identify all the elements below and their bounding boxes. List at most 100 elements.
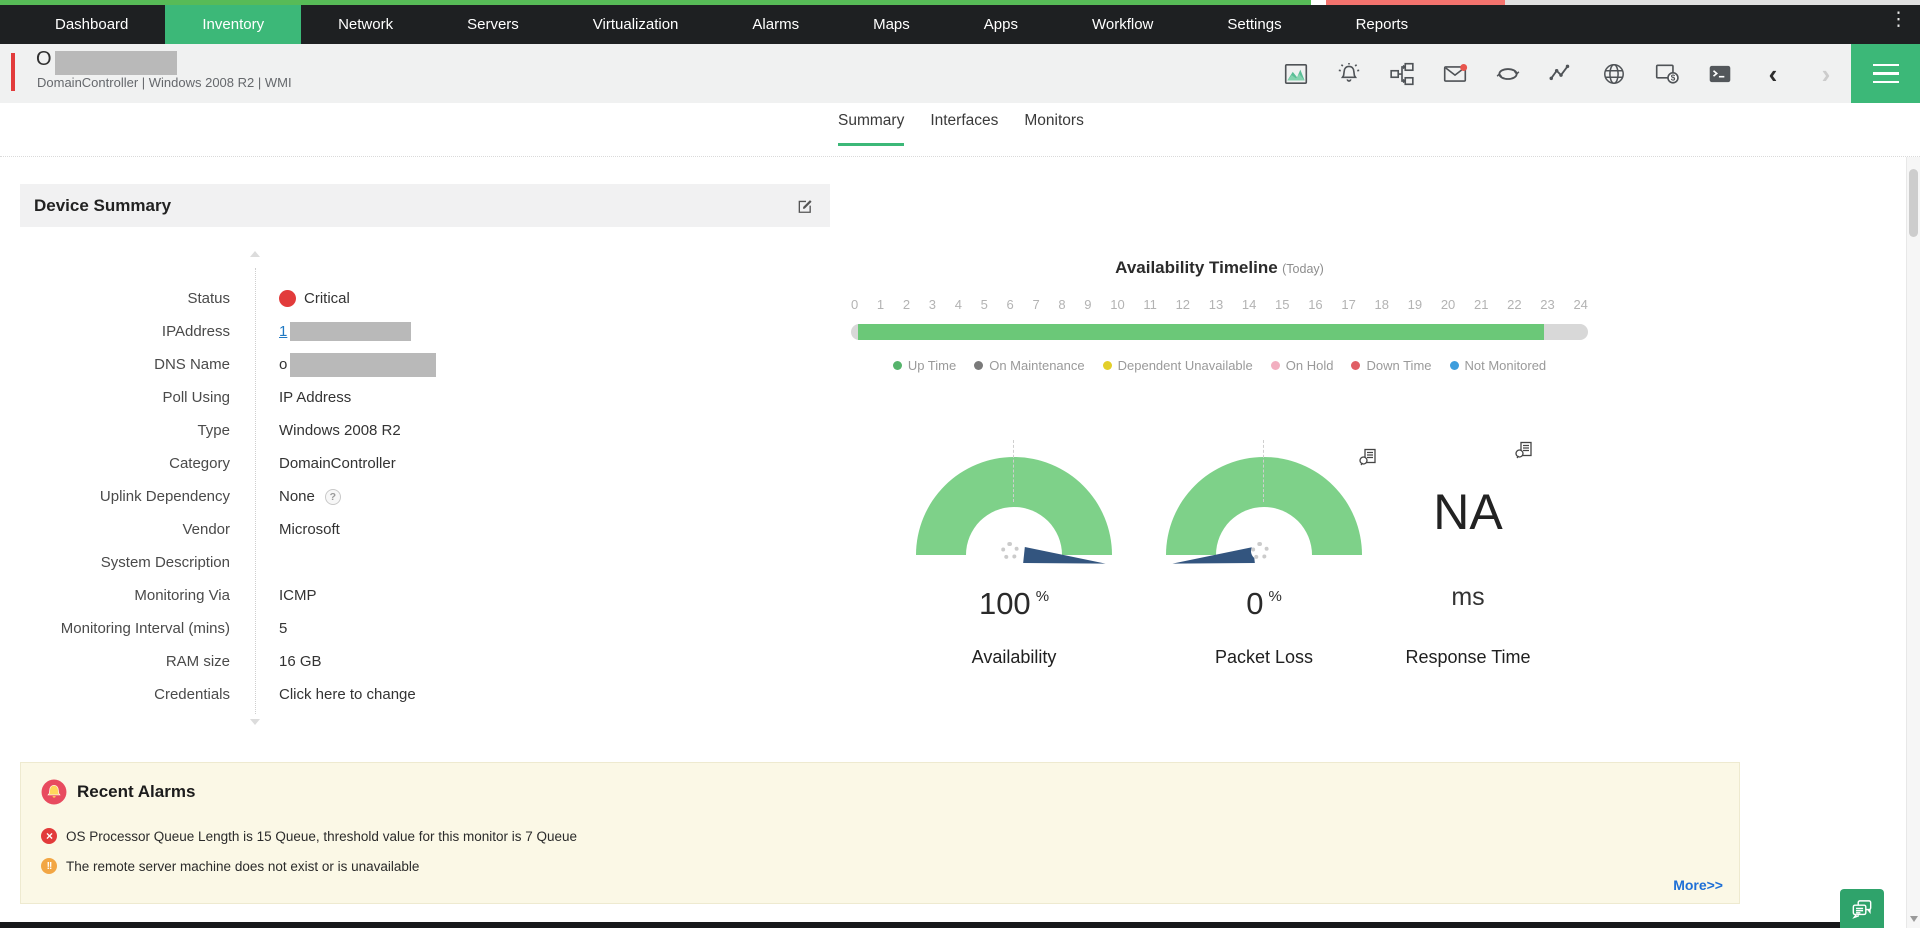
- field-label: IPAddress: [30, 323, 230, 340]
- severity-icon: [41, 828, 57, 844]
- field-row: Monitoring Via ICMP: [30, 579, 670, 612]
- performance-graph-icon[interactable]: [1548, 61, 1574, 87]
- timeline-hour-scale: 0123456789101112131415161718192021222324: [851, 297, 1588, 312]
- collapse-up-icon[interactable]: [250, 251, 260, 257]
- field-value[interactable]: Click here to change: [279, 686, 416, 703]
- chat-bubbles-icon: [1849, 896, 1875, 922]
- response-time-unit: ms: [1370, 583, 1566, 612]
- edit-icon[interactable]: [796, 196, 816, 216]
- main-navbar: DashboardInventoryNetworkServersVirtuali…: [0, 5, 1920, 44]
- remote-process-icon[interactable]: $: [1654, 61, 1680, 87]
- field-row: Type Windows 2008 R2: [30, 414, 670, 447]
- alarm-bell-icon[interactable]: [1336, 61, 1362, 87]
- hour-label: 0: [851, 297, 858, 312]
- device-toolbar: $ ‹ ›: [1283, 44, 1839, 103]
- availability-gauge: 100% Availability: [916, 457, 1112, 677]
- hour-label: 9: [1084, 297, 1091, 312]
- nav-item[interactable]: Inventory: [165, 5, 301, 44]
- overflow-menu-icon[interactable]: ⋮: [1889, 0, 1908, 39]
- legend-item: On Maintenance: [974, 358, 1084, 373]
- help-icon[interactable]: ?: [325, 489, 341, 505]
- nav-item[interactable]: Workflow: [1055, 5, 1190, 44]
- workflow-icon[interactable]: [1389, 61, 1415, 87]
- device-tabs: Summary Interfaces Monitors: [838, 112, 1084, 146]
- device-summary-header: Device Summary: [20, 184, 830, 227]
- vertical-scrollbar[interactable]: [1906, 157, 1920, 928]
- legend-dot: [1351, 361, 1360, 370]
- opmanager-device-page: DashboardInventoryNetworkServersVirtuali…: [0, 0, 1920, 928]
- nav-forward-icon[interactable]: ›: [1813, 61, 1839, 87]
- area-chart-icon[interactable]: [1283, 61, 1309, 87]
- gauge-hub: [1251, 542, 1269, 560]
- alarm-item[interactable]: The remote server machine does not exist…: [41, 851, 577, 881]
- alarm-panel-bell-icon: [41, 779, 67, 805]
- field-value: 5: [279, 620, 287, 637]
- legend-dot: [1450, 361, 1459, 370]
- field-label: System Description: [30, 554, 230, 571]
- nav-item[interactable]: Settings: [1190, 5, 1318, 44]
- report-icon[interactable]: [1514, 440, 1534, 460]
- nav-item[interactable]: Dashboard: [18, 5, 165, 44]
- packet-loss-gauge: 0% Packet Loss: [1166, 457, 1362, 677]
- nav-item[interactable]: Reports: [1319, 5, 1446, 44]
- field-value[interactable]: 1: [279, 323, 287, 340]
- field-label: Monitoring Interval (mins): [30, 620, 230, 637]
- field-row: Poll Using IP Address: [30, 381, 670, 414]
- legend-item: Down Time: [1351, 358, 1431, 373]
- hour-label: 16: [1308, 297, 1322, 312]
- recent-alarms-panel: Recent Alarms OS Processor Queue Length …: [20, 762, 1740, 904]
- critical-status-icon: [279, 290, 296, 307]
- mail-unread-icon[interactable]: [1442, 61, 1468, 87]
- hour-label: 10: [1110, 297, 1124, 312]
- more-alarms-link[interactable]: More>>: [1673, 877, 1723, 893]
- live-chat-button[interactable]: [1840, 889, 1884, 928]
- tab[interactable]: Summary: [838, 112, 904, 146]
- field-label: Status: [30, 290, 230, 307]
- panel-title: Device Summary: [34, 196, 171, 216]
- hour-label: 18: [1375, 297, 1389, 312]
- field-row: Category DomainController: [30, 447, 670, 480]
- timeline-title: Availability Timeline (Today): [851, 258, 1588, 278]
- device-header: O DomainController | Windows 2008 R2 | W…: [0, 44, 1920, 103]
- tab[interactable]: Monitors: [1024, 112, 1083, 146]
- field-value: 16 GB: [279, 653, 322, 670]
- terminal-icon[interactable]: [1707, 61, 1733, 87]
- nav-item[interactable]: Servers: [430, 5, 556, 44]
- hour-label: 6: [1007, 297, 1014, 312]
- field-row: IPAddress 1: [30, 315, 670, 348]
- field-label: RAM size: [30, 653, 230, 670]
- tab[interactable]: Interfaces: [930, 112, 998, 146]
- nav-back-icon[interactable]: ‹: [1760, 61, 1786, 87]
- nav-item[interactable]: Alarms: [715, 5, 836, 44]
- collapse-down-icon[interactable]: [250, 719, 260, 725]
- packet-loss-value: 0%: [1166, 586, 1362, 622]
- gauge-center-tick: [1013, 440, 1014, 502]
- nav-item[interactable]: Maps: [836, 5, 947, 44]
- scrollbar-thumb[interactable]: [1909, 169, 1918, 237]
- alarm-item[interactable]: OS Processor Queue Length is 15 Queue, t…: [41, 821, 577, 851]
- field-label: Category: [30, 455, 230, 472]
- device-subtitle: DomainController | Windows 2008 R2 | WMI: [37, 75, 292, 90]
- field-row: Vendor Microsoft: [30, 513, 670, 546]
- web-globe-icon[interactable]: [1601, 61, 1627, 87]
- scrollbar-down-arrow[interactable]: [1910, 916, 1918, 922]
- legend-dot: [893, 361, 902, 370]
- field-label: Vendor: [30, 521, 230, 538]
- nav-item[interactable]: Network: [301, 5, 430, 44]
- nav-item[interactable]: Virtualization: [556, 5, 716, 44]
- report-icon[interactable]: [1358, 447, 1378, 467]
- field-value: o: [279, 356, 287, 373]
- hour-label: 3: [929, 297, 936, 312]
- field-row: Uplink Dependency None ?: [30, 480, 670, 513]
- response-time-metric: NA ms Response Time: [1370, 457, 1566, 677]
- field-value: None: [279, 488, 315, 505]
- field-label: Uplink Dependency: [30, 488, 230, 505]
- hamburger-menu-icon[interactable]: [1851, 44, 1920, 103]
- nav-item[interactable]: Apps: [947, 5, 1055, 44]
- timeline-legend: Up Time On Maintenance Dependent Unavail…: [831, 358, 1608, 373]
- field-value: DomainController: [279, 455, 396, 472]
- field-row: System Description: [30, 546, 670, 579]
- field-row: DNS Name o: [30, 348, 670, 381]
- rediscover-loop-icon[interactable]: [1495, 61, 1521, 87]
- legend-item: Not Monitored: [1450, 358, 1547, 373]
